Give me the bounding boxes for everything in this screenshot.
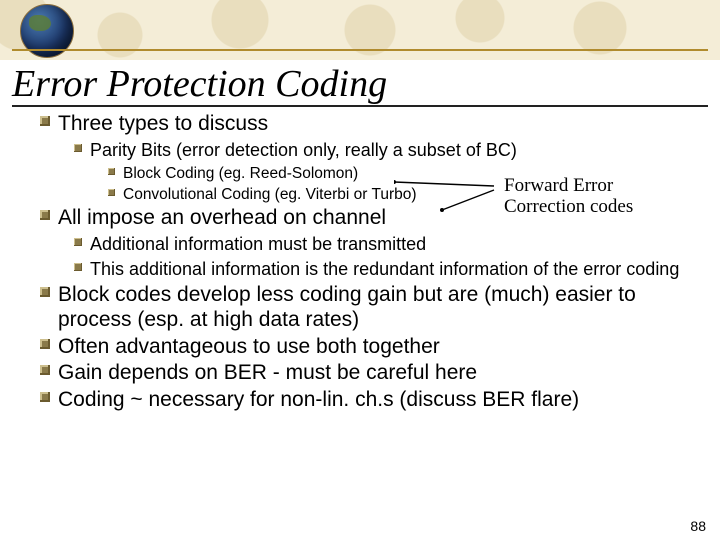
bullet-level2: Parity Bits (error detection only, reall… (74, 140, 694, 162)
bullet-text: Parity Bits (error detection only, reall… (90, 140, 517, 162)
bullet-level1: Block codes develop less coding gain but… (40, 283, 694, 333)
bullet-text: Block Coding (eg. Reed-Solomon) (123, 164, 358, 183)
square-bullet-icon (74, 144, 82, 152)
content-area: Three types to discuss Parity Bits (erro… (40, 110, 694, 413)
square-bullet-icon (40, 365, 50, 375)
bullet-text: Additional information must be transmitt… (90, 234, 426, 256)
bullet-level1: Gain depends on BER - must be careful he… (40, 361, 694, 386)
square-bullet-icon (40, 339, 50, 349)
bullet-level1: Three types to discuss (40, 112, 694, 137)
square-bullet-icon (74, 238, 82, 246)
bullet-level2: This additional information is the redun… (74, 259, 694, 281)
title-underline (12, 105, 708, 107)
square-bullet-icon (40, 287, 50, 297)
bullet-text: Three types to discuss (58, 112, 268, 137)
slide-title: Error Protection Coding (12, 62, 387, 106)
bullet-text: Often advantageous to use both together (58, 335, 440, 360)
square-bullet-icon (40, 116, 50, 126)
bullet-text: Gain depends on BER - must be careful he… (58, 361, 477, 386)
bullet-text: This additional information is the redun… (90, 259, 679, 281)
square-bullet-icon (40, 392, 50, 402)
header-map-background (0, 0, 720, 60)
page-number: 88 (690, 518, 706, 534)
square-bullet-icon (74, 263, 82, 271)
square-bullet-icon (108, 168, 115, 175)
slide: Error Protection Coding Three types to d… (0, 0, 720, 540)
square-bullet-icon (40, 210, 50, 220)
bullet-text: Convolutional Coding (eg. Viterbi or Tur… (123, 185, 417, 204)
bullet-text: Block codes develop less coding gain but… (58, 283, 694, 333)
annotation-label: Forward Error Correction codes (504, 175, 694, 218)
bullet-level2: Additional information must be transmitt… (74, 234, 694, 256)
bullet-text: Coding ~ necessary for non-lin. ch.s (di… (58, 388, 579, 413)
bullet-level1: Often advantageous to use both together (40, 335, 694, 360)
bullet-text: All impose an overhead on channel (58, 206, 386, 231)
bullet-level1: Coding ~ necessary for non-lin. ch.s (di… (40, 388, 694, 413)
square-bullet-icon (108, 189, 115, 196)
header-divider (12, 49, 708, 51)
